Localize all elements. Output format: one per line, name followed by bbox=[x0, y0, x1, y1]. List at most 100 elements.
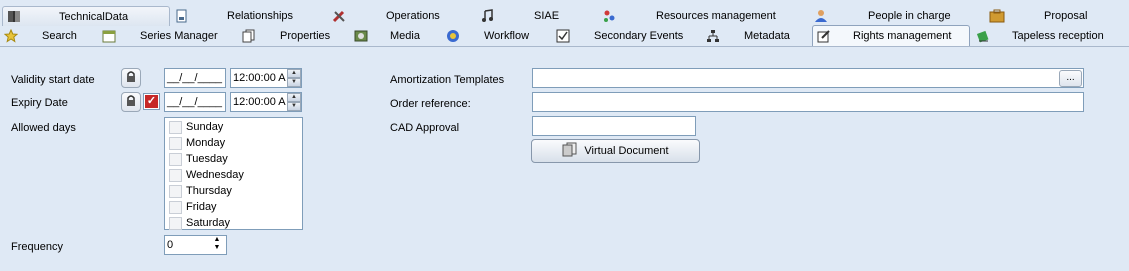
cad-approval-label: CAD Approval bbox=[390, 122, 460, 134]
tab-label: Search bbox=[42, 30, 77, 42]
day-checkbox[interactable] bbox=[169, 120, 182, 134]
tab-label: Relationships bbox=[227, 10, 294, 22]
day-checkbox[interactable] bbox=[169, 168, 182, 182]
day-sunday[interactable]: Sunday bbox=[165, 119, 302, 135]
tab-relationships[interactable]: Relationships bbox=[172, 6, 322, 26]
workflow-icon bbox=[444, 28, 462, 44]
tab-label: Metadata bbox=[744, 30, 790, 42]
spin-up-icon[interactable]: ▲ bbox=[287, 69, 301, 78]
spin-down-icon[interactable]: ▼ bbox=[287, 102, 301, 111]
amortization-browse-button[interactable]: ... bbox=[1059, 70, 1082, 87]
day-checkbox[interactable] bbox=[169, 136, 182, 150]
expiry-enabled-checkbox[interactable]: ✓ bbox=[143, 93, 160, 110]
hierarchy-icon bbox=[704, 28, 722, 44]
tab-series-manager[interactable]: Series Manager bbox=[100, 26, 228, 46]
tab-media[interactable]: Media bbox=[352, 26, 442, 46]
person-icon bbox=[812, 8, 830, 24]
tab-properties[interactable]: Properties bbox=[240, 26, 340, 46]
spin-up-icon[interactable]: ▲ bbox=[210, 236, 224, 244]
validity-time-spinner[interactable]: ▲ ▼ bbox=[287, 69, 301, 87]
receive-icon bbox=[974, 28, 992, 44]
spin-up-icon[interactable]: ▲ bbox=[287, 93, 301, 102]
validity-start-label: Validity start date bbox=[11, 74, 95, 86]
tab-label: Properties bbox=[280, 30, 331, 42]
validity-lock-button[interactable] bbox=[121, 68, 141, 88]
tab-metadata[interactable]: Metadata bbox=[704, 26, 804, 46]
star-search-icon bbox=[2, 28, 20, 44]
tab-label: Operations bbox=[386, 10, 440, 22]
tab-row-bottom: Search Series Manager Properties Media W… bbox=[0, 25, 1129, 46]
tab-siae[interactable]: SIAE bbox=[478, 6, 588, 26]
tab-secondary-events[interactable]: Secondary Events bbox=[554, 26, 694, 46]
lock-icon bbox=[125, 70, 137, 86]
pages-icon bbox=[240, 28, 258, 44]
tab-label: People in charge bbox=[868, 10, 951, 22]
document-icon bbox=[172, 8, 190, 24]
edit-icon bbox=[815, 28, 833, 44]
amortization-templates-input[interactable] bbox=[532, 68, 1084, 88]
tab-resources-management[interactable]: Resources management bbox=[600, 6, 810, 26]
rights-management-panel: Validity start date __/__/____ 12:00:00 … bbox=[0, 46, 1129, 271]
expiry-time-spinner[interactable]: ▲ ▼ bbox=[287, 93, 301, 111]
tab-people-in-charge[interactable]: People in charge bbox=[812, 6, 982, 26]
tab-label: Resources management bbox=[656, 10, 776, 22]
day-label: Wednesday bbox=[186, 169, 244, 181]
checklist-icon bbox=[554, 28, 572, 44]
calendar-icon bbox=[100, 28, 118, 44]
day-wednesday[interactable]: Wednesday bbox=[165, 167, 302, 183]
tab-proposal[interactable]: Proposal bbox=[988, 6, 1129, 26]
virtual-document-button[interactable]: Virtual Document bbox=[531, 139, 700, 163]
tab-label: Secondary Events bbox=[594, 30, 684, 42]
tab-label: Series Manager bbox=[140, 30, 218, 42]
frequency-spinner[interactable]: ▲ ▼ bbox=[210, 236, 224, 253]
amortization-templates-label: Amortization Templates bbox=[390, 74, 505, 86]
day-tuesday[interactable]: Tuesday bbox=[165, 151, 302, 167]
tab-technicaldata[interactable]: TechnicalData bbox=[2, 6, 170, 26]
day-label: Tuesday bbox=[186, 153, 228, 165]
copy-documents-icon bbox=[562, 142, 578, 160]
book-icon bbox=[5, 9, 23, 25]
tab-label: SIAE bbox=[534, 10, 560, 22]
tab-tapeless-reception[interactable]: Tapeless reception bbox=[974, 26, 1129, 46]
lock-icon bbox=[125, 94, 137, 110]
day-label: Thursday bbox=[186, 185, 232, 197]
tab-label: Workflow bbox=[484, 30, 530, 42]
validity-date-input[interactable]: __/__/____ bbox=[164, 68, 226, 88]
cad-approval-input[interactable] bbox=[532, 116, 696, 136]
expiry-date-label: Expiry Date bbox=[11, 97, 68, 109]
day-monday[interactable]: Monday bbox=[165, 135, 302, 151]
order-reference-input[interactable] bbox=[532, 92, 1084, 112]
day-checkbox[interactable] bbox=[169, 200, 182, 214]
spin-down-icon[interactable]: ▼ bbox=[287, 78, 301, 87]
day-saturday[interactable]: Saturday bbox=[165, 215, 302, 231]
resources-icon bbox=[600, 8, 618, 24]
virtual-document-label: Virtual Document bbox=[584, 145, 669, 157]
day-checkbox[interactable] bbox=[169, 152, 182, 166]
tab-operations[interactable]: Operations bbox=[330, 6, 470, 26]
day-label: Saturday bbox=[186, 217, 231, 229]
tools-icon bbox=[330, 8, 348, 24]
day-checkbox[interactable] bbox=[169, 216, 182, 230]
tab-label: Rights management bbox=[853, 30, 952, 42]
tab-search[interactable]: Search bbox=[2, 26, 94, 46]
allowed-days-label: Allowed days bbox=[11, 122, 76, 134]
day-label: Sunday bbox=[186, 121, 224, 133]
day-label: Monday bbox=[186, 137, 226, 149]
day-thursday[interactable]: Thursday bbox=[165, 183, 302, 199]
day-checkbox[interactable] bbox=[169, 184, 182, 198]
check-icon: ✓ bbox=[145, 95, 158, 108]
tab-row-top: TechnicalData Relationships Operations S… bbox=[0, 6, 1129, 26]
order-reference-label: Order reference: bbox=[390, 98, 471, 110]
tab-label: Tapeless reception bbox=[1012, 30, 1104, 42]
tab-label: Proposal bbox=[1044, 10, 1088, 22]
day-friday[interactable]: Friday bbox=[165, 199, 302, 215]
day-label: Friday bbox=[186, 201, 217, 213]
tab-rights-management[interactable]: Rights management bbox=[812, 25, 970, 46]
spin-down-icon[interactable]: ▼ bbox=[210, 244, 224, 252]
tab-workflow[interactable]: Workflow bbox=[444, 26, 544, 46]
suitcase-icon bbox=[988, 8, 1006, 24]
expiry-date-input[interactable]: __/__/____ bbox=[164, 92, 226, 112]
media-icon bbox=[352, 28, 370, 44]
expiry-lock-button[interactable] bbox=[121, 92, 141, 112]
music-note-icon bbox=[478, 8, 496, 24]
